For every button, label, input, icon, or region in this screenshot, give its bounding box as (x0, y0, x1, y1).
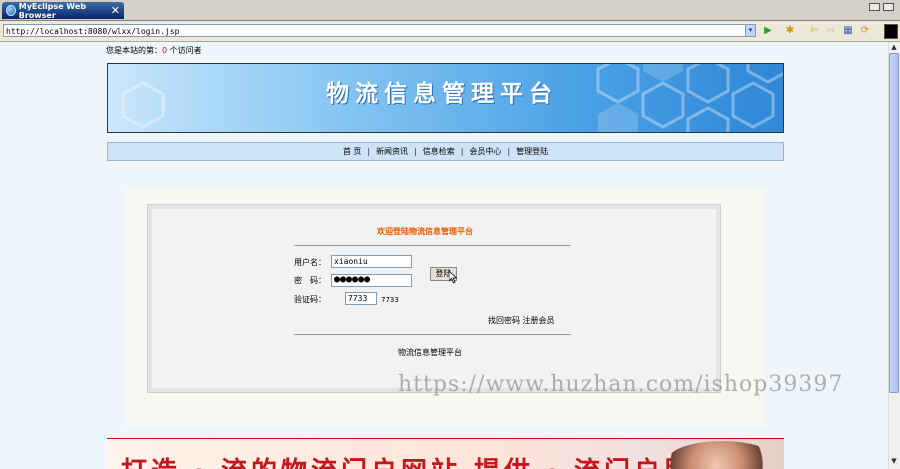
panel-footer: 物流信息管理平台 (398, 348, 462, 357)
favorites-icon[interactable]: ✱ (784, 25, 796, 37)
go-icon[interactable]: ▶ (762, 25, 774, 37)
username-label: 用户名： (294, 258, 326, 267)
welcome-heading: 欢迎登陆物流信息管理平台 (377, 227, 473, 236)
forward-icon[interactable]: ⇨ (825, 25, 837, 37)
scroll-thumb[interactable] (889, 53, 899, 393)
ad-photo (667, 441, 777, 469)
captcha-image[interactable]: 7733 (381, 296, 399, 304)
nav-item-admin-login[interactable]: 管理登陆 (516, 143, 548, 160)
ad-text: 打造 · 流的物流门户网站 提供 · 流门户服务 (121, 451, 724, 469)
stop-icon[interactable] (884, 24, 898, 39)
nav-separator: | (460, 147, 464, 156)
account-links[interactable]: 找回密码 注册会员 (488, 315, 555, 326)
globe-icon (6, 5, 16, 16)
visitor-prefix: 您是本站的第： (106, 46, 162, 55)
window-controls (869, 3, 894, 11)
captcha-label: 验证码： (294, 295, 326, 304)
minimize-button[interactable] (869, 3, 880, 11)
address-toolbar: http://localhost:8080/wlxx/login.jsp ▾ ▶… (0, 21, 900, 42)
divider (294, 245, 571, 246)
captcha-input[interactable]: 7733 (345, 292, 377, 305)
username-input[interactable]: xiaoniu (331, 255, 412, 268)
visitor-counter: 您是本站的第：0 个访问者 (106, 45, 202, 56)
password-label: 密 码： (294, 276, 326, 285)
web-page: 您是本站的第：0 个访问者 物流信息管理平台 首 页 | 新闻资讯 | 信息检索… (0, 42, 888, 469)
editor-tab-bar: MyEclipse Web Browser ✕ (0, 0, 900, 21)
watermark: https://www.huzhan.com/ishop39397 (398, 372, 844, 397)
banner-title: 物流信息管理平台 (326, 81, 558, 107)
nav-item-member[interactable]: 会员中心 (469, 143, 501, 160)
close-icon[interactable]: ✕ (111, 4, 120, 17)
main-nav: 首 页 | 新闻资讯 | 信息检索 | 会员中心 | 管理登陆 (107, 142, 784, 161)
browser-tab[interactable]: MyEclipse Web Browser ✕ (2, 1, 124, 20)
scroll-up-icon[interactable]: ▲ (888, 42, 900, 52)
nav-item-news[interactable]: 新闻资讯 (376, 143, 408, 160)
password-input[interactable]: ●●●●●● (331, 274, 412, 287)
visitor-suffix: 个访问者 (167, 46, 202, 55)
nav-separator: | (367, 147, 371, 156)
scroll-down-icon[interactable]: ▼ (888, 456, 900, 466)
refresh-icon[interactable]: ⟳ (859, 25, 871, 37)
back-icon[interactable]: ⇦ (808, 25, 820, 37)
divider (294, 334, 571, 335)
site-banner: 物流信息管理平台 (107, 63, 784, 133)
view-icon[interactable]: ▦ (842, 25, 854, 37)
ad-banner[interactable]: 打造 · 流的物流门户网站 提供 · 流门户服务 (107, 438, 784, 469)
nav-item-search[interactable]: 信息检索 (423, 143, 455, 160)
chevron-down-icon[interactable]: ▾ (745, 24, 756, 37)
maximize-button[interactable] (883, 3, 894, 11)
url-input[interactable]: http://localhost:8080/wlxx/login.jsp (3, 24, 755, 37)
nav-separator: | (414, 147, 417, 156)
nav-item-home[interactable]: 首 页 (343, 143, 362, 160)
tab-title: MyEclipse Web Browser (18, 1, 86, 20)
nav-separator: | (507, 147, 511, 156)
mouse-cursor-icon (448, 270, 458, 287)
